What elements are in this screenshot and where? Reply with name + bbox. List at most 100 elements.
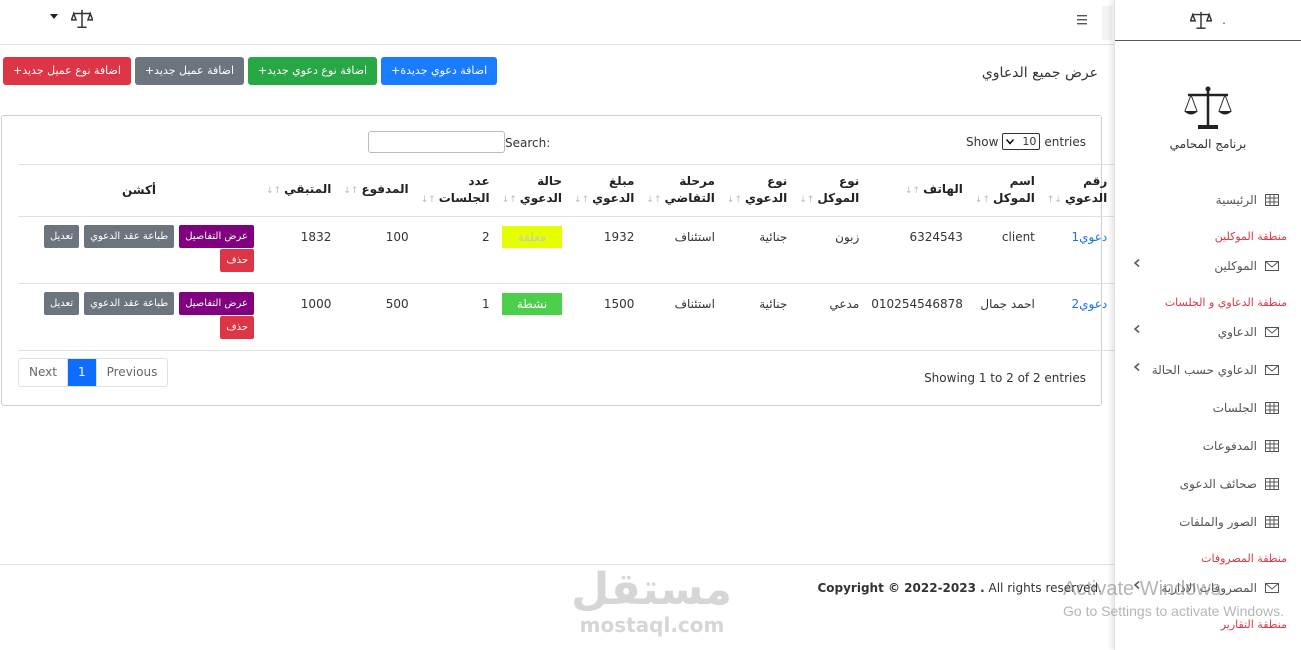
col-header-remaining[interactable]: المتبقي↑↓ bbox=[260, 164, 338, 217]
cell-client-type: زبون bbox=[793, 216, 866, 284]
add-case-type-button[interactable]: +اضافة نوع دعوي جديد bbox=[248, 57, 378, 85]
cell-remaining: 1000 bbox=[260, 283, 338, 351]
add-client-type-button[interactable]: +اضافة نوع عميل جديد bbox=[3, 57, 131, 85]
cell-sessions: 1 bbox=[414, 283, 496, 351]
copyright-text: Copyright © 2022-2023 . All rights reser… bbox=[817, 581, 1102, 595]
table-icon bbox=[1265, 194, 1279, 206]
cell-status: نشطة bbox=[495, 283, 569, 351]
sidebar-item-label: الموكلين bbox=[1214, 259, 1257, 273]
sidebar-item-home[interactable]: الرئيسية bbox=[1115, 181, 1301, 219]
sidebar: . برنامج المحامي الرئيسية منطقة الموكلين… bbox=[1114, 0, 1301, 650]
cell-actions: عرض التفاصيل طباعة عقد الدعوي تعديل حذف bbox=[18, 283, 260, 351]
col-header-client-type[interactable]: نوع الموكل↑↓ bbox=[793, 164, 866, 217]
cell-phone: 010254546878 bbox=[865, 283, 969, 351]
previous-page-button[interactable]: Previous bbox=[95, 359, 168, 386]
add-client-button[interactable]: +اضافة عميل جديد bbox=[134, 57, 245, 85]
chevron-left-icon bbox=[1133, 325, 1140, 333]
sidebar-item-label: الرئيسية bbox=[1215, 193, 1257, 207]
print-contract-button[interactable]: طباعة عقد الدعوي bbox=[84, 292, 175, 315]
section-title-expenses: منطقة المصروفات bbox=[1201, 551, 1287, 565]
cell-stage: استئناف bbox=[640, 283, 721, 351]
scales-logo-icon bbox=[71, 9, 93, 28]
show-label: Show bbox=[966, 134, 999, 149]
search-input[interactable] bbox=[368, 131, 505, 153]
hamburger-menu-icon[interactable] bbox=[1076, 14, 1090, 26]
envelope-icon bbox=[1265, 327, 1279, 337]
delete-button[interactable]: حذف bbox=[220, 249, 254, 272]
chevron-down-icon bbox=[1006, 138, 1015, 145]
case-link[interactable]: دعوي1 bbox=[1072, 230, 1108, 244]
page-length-select[interactable]: 10 bbox=[1002, 133, 1041, 150]
col-header-case-type[interactable]: نوع الدعوي↑↓ bbox=[720, 164, 794, 217]
cases-table: #↑↓ رقم الدعوي↓↑ اسم الموكل↑↓ الهاتف↑↓ ن… bbox=[18, 164, 1154, 351]
page-length-control: Show 10 entries bbox=[966, 133, 1086, 150]
cell-client-name: احمد جمال bbox=[968, 283, 1041, 351]
cell-case-no[interactable]: دعوي1 bbox=[1040, 216, 1114, 284]
table-icon bbox=[1265, 402, 1279, 414]
cell-sessions: 2 bbox=[414, 216, 496, 284]
watermark-latin: mostaql.com bbox=[579, 613, 725, 637]
details-button[interactable]: عرض التفاصيل bbox=[179, 225, 254, 248]
col-header-client-name[interactable]: اسم الموكل↑↓ bbox=[968, 164, 1041, 217]
section-title-cases: منطقة الدعاوي و الجلسات bbox=[1164, 295, 1287, 309]
cell-client-type: مدعي bbox=[793, 283, 866, 351]
col-header-action: أكشن bbox=[18, 164, 260, 217]
page-1-button[interactable]: 1 bbox=[66, 359, 96, 386]
main-content: عرض جميع الدعاوي +اضافة نوع عميل جديد +ا… bbox=[0, 45, 1154, 565]
print-contract-button[interactable]: طباعة عقد الدعوي bbox=[84, 225, 175, 248]
sidebar-item-label: المدفوعات bbox=[1202, 439, 1257, 453]
sidebar-item-label: الجلسات bbox=[1212, 401, 1257, 415]
app-brand-name: برنامج المحامي bbox=[1169, 137, 1247, 151]
details-button[interactable]: عرض التفاصيل bbox=[179, 292, 254, 315]
sidebar-item-images-files[interactable]: الصور والملفات bbox=[1115, 503, 1301, 541]
col-header-case-no[interactable]: رقم الدعوي↓↑ bbox=[1040, 164, 1114, 217]
next-page-button[interactable]: Next bbox=[19, 359, 67, 386]
cell-amount: 1932 bbox=[568, 216, 641, 284]
case-link[interactable]: دعوي2 bbox=[1072, 297, 1108, 311]
sidebar-item-label: صحائف الدعوى bbox=[1179, 477, 1257, 491]
status-badge: نشطة bbox=[502, 293, 563, 315]
sidebar-item-clients[interactable]: الموكلين bbox=[1115, 247, 1301, 285]
cell-status: معلقة bbox=[495, 216, 569, 284]
sidebar-item-sessions[interactable]: الجلسات bbox=[1115, 389, 1301, 427]
status-badge: معلقة bbox=[502, 226, 563, 248]
col-header-sessions[interactable]: عدد الجلسات↑↓ bbox=[414, 164, 496, 217]
col-header-stage[interactable]: مرحلة التقاضي↑↓ bbox=[640, 164, 721, 217]
sidebar-item-cases[interactable]: الدعاوي bbox=[1115, 313, 1301, 351]
delete-button[interactable]: حذف bbox=[220, 316, 254, 339]
search-label: Search: bbox=[505, 136, 551, 150]
cell-case-no[interactable]: دعوي2 bbox=[1040, 283, 1114, 351]
cell-phone: 6324543 bbox=[865, 216, 969, 284]
envelope-icon bbox=[1265, 365, 1279, 375]
sidebar-header: . bbox=[1115, 0, 1301, 41]
table-row: 1 دعوي1 client 6324543 زبون جنائية استئن… bbox=[18, 216, 1154, 284]
col-header-amount[interactable]: مبلغ الدعوي↑↓ bbox=[568, 164, 641, 217]
sidebar-item-label: الدعاوي bbox=[1217, 325, 1257, 339]
sidebar-item-case-sheets[interactable]: صحائف الدعوى bbox=[1115, 465, 1301, 503]
sidebar-item-cases-by-status[interactable]: الدعاوي حسب الحالة bbox=[1115, 351, 1301, 389]
envelope-icon bbox=[1265, 261, 1279, 271]
edit-button[interactable]: تعديل bbox=[43, 225, 80, 248]
col-header-phone[interactable]: الهاتف↑↓ bbox=[865, 164, 969, 217]
cell-amount: 1500 bbox=[568, 283, 641, 351]
cell-paid: 500 bbox=[337, 283, 415, 351]
col-header-status[interactable]: حالة الدعوي↑↓ bbox=[495, 164, 569, 217]
scales-logo-icon bbox=[1190, 11, 1213, 29]
pagination: Next 1 Previous bbox=[18, 358, 169, 387]
sidebar-item-payments[interactable]: المدفوعات bbox=[1115, 427, 1301, 465]
add-case-button[interactable]: +اضافة دعوي جديدة bbox=[381, 57, 498, 85]
scales-of-justice-icon bbox=[1184, 86, 1232, 129]
cell-client-name: client bbox=[968, 216, 1041, 284]
section-title-clients: منطقة الموكلين bbox=[1214, 229, 1287, 243]
page-title: عرض جميع الدعاوي bbox=[981, 65, 1098, 81]
windows-activation-overlay: Activate Windows Go to Settings to activ… bbox=[1063, 577, 1284, 621]
caret-down-icon[interactable] bbox=[50, 14, 58, 20]
navbar-divider bbox=[1102, 6, 1112, 40]
activation-subtitle: Go to Settings to activate Windows. bbox=[1063, 603, 1284, 619]
table-icon bbox=[1265, 516, 1279, 528]
cases-table-card: Show 10 entries Search: #↑↓ رقم الدعوي↓↑… bbox=[1, 115, 1154, 406]
table-row: 2 دعوي2 احمد جمال 010254546878 مدعي جنائ… bbox=[18, 283, 1154, 351]
watermark-arabic: مستقل bbox=[571, 564, 732, 615]
edit-button[interactable]: تعديل bbox=[43, 292, 80, 315]
col-header-paid[interactable]: المدفوع↑↓ bbox=[337, 164, 415, 217]
